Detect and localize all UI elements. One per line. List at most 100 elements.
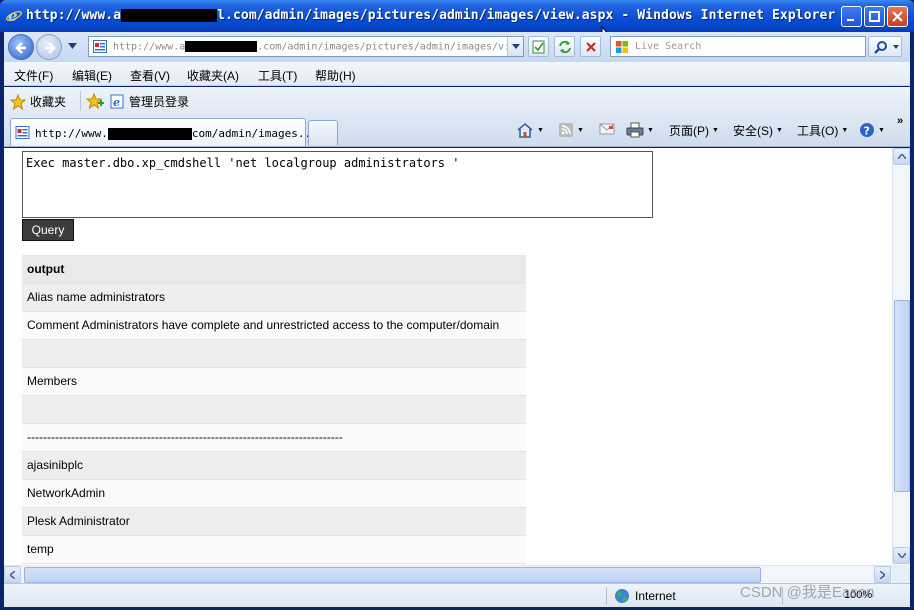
safety-menu-label: 安全(S) [733,124,773,138]
compatibility-view-button[interactable] [528,36,549,57]
stop-icon [585,41,596,52]
back-button[interactable] [8,34,34,60]
table-row: Comment Administrators have complete and… [22,311,526,340]
chevron-overflow-icon[interactable]: » [897,115,903,127]
home-icon [517,122,533,138]
table-cell: NetworkAdmin [22,479,526,508]
minimize-button[interactable] [841,6,862,27]
table-cell: Plesk Administrator [22,507,526,536]
divider [80,91,81,111]
table-row: ----------------------------------------… [22,423,526,452]
output-table: output Alias name administrators Comment … [22,255,526,564]
minimize-icon [847,19,854,21]
horizontal-scroll-thumb[interactable] [24,567,761,583]
scroll-up-button[interactable] [893,148,910,165]
table-cell [22,339,526,368]
vertical-scroll-thumb[interactable] [894,300,910,492]
chevron-right-icon [880,570,885,579]
ie-page-icon: e [110,94,124,109]
title-suffix: l.com/admin/images/pictures/admin/images… [217,8,836,23]
table-row: ajasinibplc [22,451,526,480]
redaction [107,128,192,140]
help-button[interactable]: ? ▼ [859,122,885,138]
table-cell: ajasinibplc [22,451,526,480]
stop-button[interactable] [580,36,601,57]
svg-text:e: e [113,96,120,109]
search-button[interactable] [868,36,902,57]
read-mail-button[interactable] [599,122,615,136]
menu-tools[interactable]: 工具(T) [258,67,297,84]
scroll-down-button[interactable] [893,547,910,564]
scroll-right-button[interactable] [874,566,891,583]
refresh-icon [558,40,571,53]
refresh-button[interactable] [554,36,575,57]
table-row [22,339,526,368]
favorites-bar: 收藏夹 e 管理员登录 [4,87,910,115]
page-menu-label: 页面(P) [669,124,709,138]
feeds-button[interactable]: ▼ [558,122,584,138]
watermark: CSDN @我是Eason [740,584,875,601]
forward-button[interactable] [36,34,62,60]
address-url[interactable]: http://www.a .com/admin/images/pictures/a… [113,41,510,53]
home-button[interactable]: ▼ [516,122,544,138]
table-row: Alias name administrators [22,283,526,312]
table-cell: Comment Administrators have complete and… [22,311,526,340]
query-button[interactable]: Query [22,219,74,241]
table-header-row: output [22,255,526,284]
search-input[interactable]: Live Search [610,36,866,57]
page-icon [15,126,30,139]
tab-bar: http://www. com/admin/images... ▼ ▼ ▼ 页面(… [4,115,910,147]
tab-active[interactable]: http://www. com/admin/images... [10,118,318,146]
close-button[interactable] [887,6,908,27]
maximize-button[interactable] [864,6,885,27]
table-row: Members [22,367,526,396]
safety-menu-button[interactable]: 安全(S) ▼ [733,122,783,139]
table-cell [22,395,526,424]
redaction [121,9,218,22]
menu-file[interactable]: 文件(F) [14,67,53,84]
title-prefix: http://www.a [26,8,122,23]
favorites-button[interactable]: 收藏夹 [10,93,66,110]
menu-favorites[interactable]: 收藏夹(A) [187,67,239,84]
scrollbar-corner [892,565,910,583]
address-bar[interactable]: http://www.a .com/admin/images/pictures/a… [88,36,524,57]
chevron-up-icon [897,154,906,159]
page-content: Exec master.dbo.xp_cmdshell 'net localgr… [4,148,892,565]
vertical-scrollbar[interactable] [892,148,910,565]
tools-menu-button[interactable]: 工具(O) ▼ [797,122,848,139]
search-placeholder: Live Search [635,41,702,52]
favorites-label: 收藏夹 [30,95,67,109]
table-cell: Members [22,367,526,396]
chevron-down-icon [893,45,899,49]
favorite-link-label: 管理员登录 [129,95,190,109]
sql-textarea[interactable]: Exec master.dbo.xp_cmdshell 'net localgr… [22,151,653,218]
address-dropdown-button[interactable] [507,37,523,56]
new-tab-button[interactable] [308,120,338,145]
star-icon [10,93,26,110]
tab-suffix: com/admin/images... [191,127,318,140]
favorite-link-admin-login[interactable]: e 管理员登录 [110,93,189,110]
globe-icon [615,589,629,603]
help-icon: ? [860,123,874,138]
page-menu-button[interactable]: 页面(P) ▼ [669,122,719,139]
table-row [22,395,526,424]
table-cell: ----------------------------------------… [22,423,526,452]
title-bar: e http://www.a l.com/admin/images/picture… [0,0,914,45]
table-row: Plesk Administrator [22,507,526,536]
recent-pages-dropdown-icon[interactable] [68,43,77,49]
column-header-output: output [22,255,526,284]
menu-edit[interactable]: 编辑(E) [72,67,112,84]
scroll-left-button[interactable] [4,566,21,583]
close-icon [892,11,903,22]
address-toolbar: http://www.a .com/admin/images/pictures/a… [4,32,910,62]
menu-help[interactable]: 帮助(H) [315,67,356,84]
add-favorite-star-icon[interactable] [86,93,104,109]
mail-icon [599,123,615,135]
print-button[interactable]: ▼ [626,122,654,138]
tab-title: http://www. com/admin/images... [35,127,318,140]
printer-icon [626,122,644,138]
url-suffix: .com/admin/images/pictures/admin/images/… [257,41,511,53]
security-zone[interactable]: Internet [614,588,676,604]
chevron-left-icon [10,570,15,579]
menu-view[interactable]: 查看(V) [130,67,170,84]
